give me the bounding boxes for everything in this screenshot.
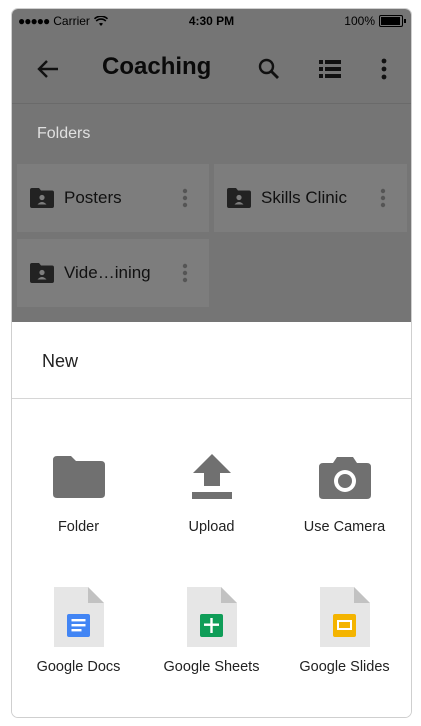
google-slides-button[interactable]: Google Slides <box>278 585 411 675</box>
action-label: Use Camera <box>303 519 386 535</box>
action-label: Google Slides <box>299 659 390 675</box>
action-label: Google Sheets <box>163 659 260 675</box>
search-icon[interactable] <box>255 55 283 83</box>
folder-card-video-training[interactable]: Vide…ining <box>17 239 209 307</box>
upload-button[interactable]: Upload <box>145 445 278 535</box>
shared-folder-icon <box>227 188 251 208</box>
google-sheets-icon <box>145 585 278 649</box>
folder-card-posters[interactable]: Posters <box>17 164 209 232</box>
folder-name: Skills Clinic <box>261 188 347 207</box>
folder-name: Vide…ining <box>64 263 151 282</box>
google-docs-button[interactable]: Google Docs <box>12 585 145 675</box>
use-camera-button[interactable]: Use Camera <box>278 445 411 535</box>
folder-more-icon[interactable] <box>175 258 195 288</box>
shared-folder-icon <box>30 188 54 208</box>
more-vert-icon[interactable] <box>370 55 398 83</box>
google-sheets-button[interactable]: Google Sheets <box>145 585 278 675</box>
camera-icon <box>278 445 411 509</box>
shared-folder-icon <box>30 263 54 283</box>
app-toolbar: Coaching <box>12 33 411 104</box>
folder-icon <box>12 445 145 509</box>
battery-percent: 100% <box>344 14 375 28</box>
action-label: Upload <box>188 519 235 535</box>
folder-name: Posters <box>64 188 122 207</box>
folder-card-skills-clinic[interactable]: Skills Clinic <box>214 164 407 232</box>
phone-frame: ●●●●● Carrier 4:30 PM 100% Coaching Fold… <box>11 8 412 718</box>
sheet-header: New <box>12 322 411 399</box>
status-bar: ●●●●● Carrier 4:30 PM 100% <box>12 9 411 33</box>
folders-section-label: Folders <box>37 125 91 142</box>
sheet-title: New <box>42 351 79 371</box>
page-title: Coaching <box>102 53 212 80</box>
action-label: Google Docs <box>36 659 121 675</box>
list-view-icon[interactable] <box>316 55 344 83</box>
folder-more-icon[interactable] <box>373 183 393 213</box>
folder-more-icon[interactable] <box>175 183 195 213</box>
battery-icon <box>379 15 406 27</box>
back-arrow-icon[interactable] <box>34 55 62 83</box>
google-slides-icon <box>278 585 411 649</box>
new-folder-button[interactable]: Folder <box>12 445 145 535</box>
action-label: Folder <box>57 519 100 535</box>
dimmed-background[interactable]: ●●●●● Carrier 4:30 PM 100% Coaching Fold… <box>12 9 411 322</box>
google-docs-icon <box>12 585 145 649</box>
new-bottom-sheet: New Folder Upload Use Camera Google Docs… <box>12 322 411 717</box>
upload-icon <box>145 445 278 509</box>
